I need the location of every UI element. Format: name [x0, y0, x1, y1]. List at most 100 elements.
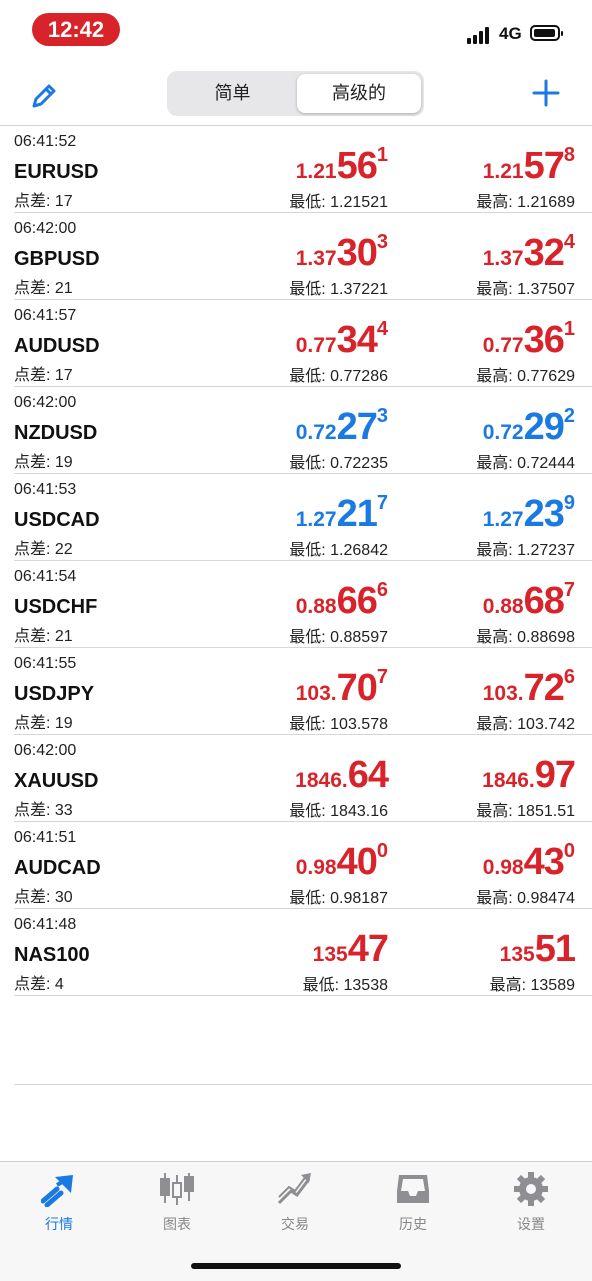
quote-time: 06:41:54	[14, 568, 77, 585]
ask-price-pips: 23	[523, 493, 565, 535]
ask-price-pips: 36	[523, 319, 565, 361]
ask-price[interactable]: 1846.97	[482, 753, 576, 797]
quote-row[interactable]: 06:41:54 USDCHF 点差: 21 0.88666 0.88687 最低: 0.…	[14, 561, 592, 648]
battery-icon	[530, 25, 563, 41]
quote-row[interactable]: 06:42:00 GBPUSD 点差: 21 1.37303 1.37324 最低: 1.…	[14, 213, 592, 300]
tab-label: 图表	[163, 1216, 191, 1232]
low-price: 最低: 0.98187	[289, 884, 388, 908]
spread-label: 点差:	[14, 280, 55, 297]
ask-price-prefix: 1.21	[482, 160, 524, 183]
quote-row[interactable]: 06:41:55 USDJPY 点差: 19 103.707 103.726 最低: 10…	[14, 648, 592, 735]
low-price: 最低: 0.72235	[289, 449, 388, 473]
ask-price-fraction: 6	[563, 666, 575, 688]
quote-time: 06:42:00	[14, 742, 77, 759]
low-value: 0.72235	[330, 455, 388, 472]
ask-price[interactable]: 13551	[500, 927, 576, 971]
tab-quotes[interactable]: 行情	[0, 1162, 118, 1242]
low-value: 0.88597	[330, 629, 388, 646]
ask-price-pips: 29	[523, 406, 565, 448]
spread-value: 19	[54, 715, 73, 732]
bid-price-fraction: 0	[376, 840, 388, 862]
high-value: 103.742	[517, 716, 575, 733]
bid-price[interactable]: 1.37303	[296, 231, 388, 275]
ask-price-pips: 51	[534, 928, 576, 970]
spread-value: 33	[54, 802, 73, 819]
ask-price[interactable]: 0.98430	[483, 840, 575, 884]
bid-price-prefix: 1.21	[295, 160, 337, 183]
ask-price[interactable]: 1.27239	[483, 492, 575, 536]
tab-bar: 行情 图表 交易 历史 设置	[0, 1161, 592, 1281]
bid-price[interactable]: 1846.64	[295, 753, 389, 797]
quote-row[interactable]: 06:41:53 USDCAD 点差: 22 1.27217 1.27239 最低: 1.…	[14, 474, 592, 561]
bid-price[interactable]: 1.27217	[296, 492, 388, 536]
bid-price[interactable]: 103.707	[296, 666, 388, 710]
quote-row[interactable]: 06:42:00 XAUUSD 点差: 33 1846.64 1846.97 最低: 18…	[14, 735, 592, 822]
segment-advanced[interactable]: 高级的	[297, 74, 421, 113]
ask-price-pips: 68	[523, 580, 565, 622]
ask-price[interactable]: 0.88687	[483, 579, 575, 623]
ask-price-prefix: 1846.	[482, 769, 535, 792]
quote-row[interactable]: 06:42:00 NZDUSD 点差: 19 0.72273 0.72292 最低: 0.…	[14, 387, 592, 474]
tab-trade[interactable]: 交易	[236, 1162, 354, 1242]
home-indicator	[191, 1263, 401, 1269]
high-value: 0.98474	[517, 890, 575, 907]
edit-button[interactable]	[30, 80, 60, 110]
high-label: 最高:	[476, 629, 518, 646]
quote-symbol: XAUUSD	[14, 770, 99, 792]
quote-list: 06:41:52 EURUSD 点差: 17 1.21561 1.21578 最低: 1.…	[0, 125, 592, 996]
bid-price[interactable]: 1.21561	[296, 144, 388, 188]
high-value: 1.21689	[517, 194, 575, 211]
spread-label: 点差:	[14, 454, 55, 471]
high-label: 最高:	[476, 716, 518, 733]
ask-price-prefix: 1.27	[482, 508, 524, 531]
ask-price[interactable]: 0.72292	[483, 405, 575, 449]
bid-price-prefix: 1.37	[295, 247, 337, 270]
high-price: 最高: 103.742	[476, 710, 575, 734]
quote-row[interactable]: 06:41:57 AUDUSD 点差: 17 0.77344 0.77361 最低: 0.…	[14, 300, 592, 387]
history-inbox-icon	[397, 1175, 429, 1203]
plus-icon	[532, 79, 560, 107]
high-price: 最高: 13589	[490, 971, 575, 995]
quote-row[interactable]: 06:41:52 EURUSD 点差: 17 1.21561 1.21578 最低: 1.…	[14, 126, 592, 213]
segment-simple[interactable]: 简单	[170, 74, 295, 113]
view-mode-segmented-control: 简单 高级的	[167, 71, 424, 116]
ask-price[interactable]: 0.77361	[483, 318, 575, 362]
quote-row[interactable]: 06:41:51 AUDCAD 点差: 30 0.98400 0.98430 最低: 0.…	[14, 822, 592, 909]
low-price: 最低: 0.77286	[289, 362, 388, 386]
bid-price-prefix: 0.98	[295, 856, 337, 879]
low-price: 最低: 103.578	[289, 710, 388, 734]
tab-label: 设置	[517, 1216, 545, 1232]
quote-symbol: AUDUSD	[14, 335, 100, 357]
spread-value: 17	[54, 367, 73, 384]
bid-price[interactable]: 13547	[313, 927, 389, 971]
bid-price[interactable]: 0.72273	[296, 405, 388, 449]
bid-price[interactable]: 0.88666	[296, 579, 388, 623]
quote-row[interactable]: 06:41:48 NAS100 点差: 4 13547 13551 最低: 13538 最高…	[14, 909, 592, 996]
trade-icon	[277, 1173, 311, 1205]
ask-price[interactable]: 103.726	[483, 666, 575, 710]
bid-price[interactable]: 0.77344	[296, 318, 388, 362]
low-price: 最低: 1843.16	[289, 797, 388, 821]
low-price: 最低: 1.37221	[289, 275, 388, 299]
ask-price[interactable]: 1.21578	[483, 144, 575, 188]
add-symbol-button[interactable]	[531, 78, 561, 108]
tab-label: 历史	[399, 1216, 427, 1232]
bid-price[interactable]: 0.98400	[296, 840, 388, 884]
tab-history[interactable]: 历史	[354, 1162, 472, 1242]
low-label: 最低:	[289, 368, 331, 385]
ask-price[interactable]: 1.37324	[483, 231, 575, 275]
quote-time: 06:41:51	[14, 829, 77, 846]
quote-symbol: AUDCAD	[14, 857, 101, 879]
ask-price-pips: 32	[523, 232, 565, 274]
low-value: 1.21521	[330, 194, 388, 211]
high-value: 1.37507	[517, 281, 575, 298]
network-type: 4G	[499, 24, 522, 43]
tab-charts[interactable]: 图表	[118, 1162, 236, 1242]
spread-label: 点差:	[14, 715, 55, 732]
low-value: 13538	[343, 977, 389, 994]
low-value: 1843.16	[330, 803, 388, 820]
spread-label: 点差:	[14, 976, 55, 993]
bid-price-pips: 70	[336, 667, 378, 709]
tab-settings[interactable]: 设置	[472, 1162, 590, 1242]
bid-price-fraction: 6	[376, 579, 388, 601]
